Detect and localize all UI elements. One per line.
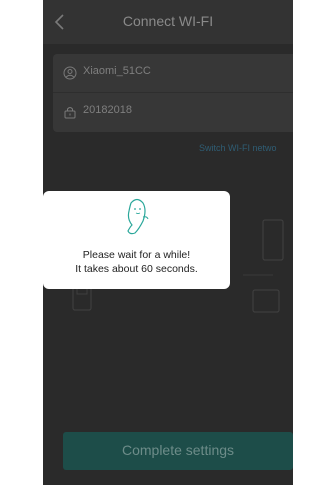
- complete-settings-label: Complete settings: [121, 442, 235, 458]
- ssid-field[interactable]: Xiaomi_51CC: [53, 54, 293, 93]
- duration-message: It takes about 60 seconds.: [75, 263, 198, 275]
- ssid-value: Xiaomi_51CC: [83, 65, 151, 77]
- complete-settings-button[interactable]: Complete settings: [63, 432, 293, 470]
- switch-network-link[interactable]: Switch WI-FI netwo: [199, 143, 277, 153]
- top-bar: Connect WI-FI: [43, 0, 293, 44]
- password-value: 20182018: [83, 104, 132, 116]
- wait-message: Please wait for a while!: [82, 249, 191, 261]
- mascot-icon: [127, 198, 149, 235]
- password-field[interactable]: 20182018: [53, 93, 293, 131]
- page-title: Connect WI-FI: [122, 13, 214, 29]
- user-circle-icon: [63, 66, 77, 80]
- wifi-form: Xiaomi_51CC 20182018: [53, 54, 293, 132]
- lock-icon: [64, 107, 76, 119]
- loading-dialog: Please wait for a while! It takes about …: [43, 191, 230, 289]
